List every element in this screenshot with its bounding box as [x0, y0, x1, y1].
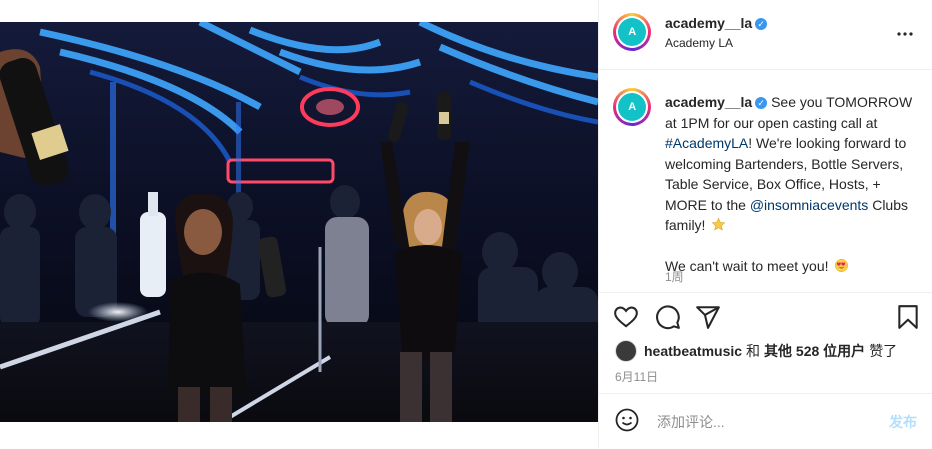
verified-badge-icon: ✓: [755, 18, 768, 30]
caption-line-2: We can't wait to meet you!: [665, 257, 829, 274]
send-icon[interactable]: [695, 304, 721, 330]
star-emoji-icon: [711, 217, 726, 231]
author-subtitle[interactable]: Academy LA: [665, 36, 733, 50]
post-actions: [599, 293, 932, 343]
likes-and: 和: [746, 343, 761, 359]
more-options-icon[interactable]: [893, 22, 917, 46]
heart-eyes-emoji-icon: [835, 258, 849, 272]
bookmark-icon[interactable]: [895, 304, 921, 330]
avatar-logo: A: [618, 93, 646, 121]
heart-icon[interactable]: [613, 304, 639, 330]
post-caption: academy__la ✓ See you TOMORROW at 1PM for…: [665, 92, 915, 276]
comment-time-ago[interactable]: 1周: [665, 268, 684, 285]
post-header: A academy__la ✓ Academy LA: [599, 0, 932, 70]
author-avatar[interactable]: A: [613, 13, 651, 51]
comment-icon[interactable]: [655, 304, 681, 330]
author-name-row: academy__la ✓: [665, 15, 768, 33]
comment-input[interactable]: [655, 410, 859, 434]
post-photo[interactable]: [0, 22, 598, 422]
likes-summary: heatbeatmusic 和 其他 528 位用户 赞了: [615, 340, 897, 362]
post-side-panel: A academy__la ✓ Academy LA A academy__la ✓…: [598, 0, 932, 448]
emoji-icon[interactable]: [615, 408, 639, 432]
club-photo-illustration: [0, 22, 598, 422]
add-comment-bar: 发布: [599, 393, 932, 449]
liker-avatar[interactable]: [615, 340, 637, 362]
hashtag-link[interactable]: #AcademyLA: [665, 135, 748, 151]
author-username[interactable]: academy__la: [665, 15, 752, 31]
likes-others[interactable]: 其他 528 位用户: [764, 341, 865, 361]
post-comment-button[interactable]: 发布: [889, 412, 917, 432]
caption-avatar[interactable]: A: [613, 88, 651, 126]
post-date[interactable]: 6月11日: [615, 368, 658, 385]
avatar-logo: A: [618, 18, 646, 46]
likes-suffix: 赞了: [869, 343, 898, 359]
mention-link[interactable]: @insomniacevents: [750, 197, 869, 213]
verified-badge-icon: ✓: [755, 97, 768, 109]
caption-username[interactable]: academy__la: [665, 94, 752, 110]
liker-username[interactable]: heatbeatmusic: [644, 343, 742, 359]
